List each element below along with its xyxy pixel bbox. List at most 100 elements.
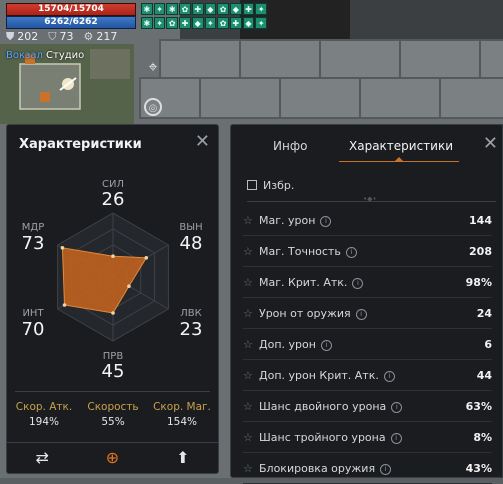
star-icon[interactable]: ☆: [243, 307, 259, 320]
move-speed-label: Скорость: [87, 401, 139, 413]
stat-row: ☆ Доп. урон i 6: [243, 329, 492, 360]
upgrade-arrow-icon[interactable]: ⬆: [148, 443, 218, 473]
radar-point: [144, 256, 149, 260]
star-icon[interactable]: ☆: [243, 431, 259, 444]
favorites-checkbox[interactable]: Избр.: [247, 179, 294, 192]
buff-icon[interactable]: ✚: [179, 17, 191, 29]
stat-list: ☆ Маг. урон i 144 ☆ Маг. Точность i 208 ☆ Маг. …: [243, 205, 492, 484]
buff-icon[interactable]: ✦: [153, 3, 166, 15]
zoom-icon[interactable]: ⊕: [77, 443, 147, 473]
stat-row: ☆ Маг. Точность i 208: [243, 236, 492, 267]
star-icon[interactable]: ☆: [243, 369, 259, 382]
hp-bar: 15704/15704: [6, 3, 136, 16]
character-stats-panel: Инфо Характеристики ✕ Избр. ☆Маг. уронi1…: [230, 124, 503, 484]
star-icon[interactable]: ☆: [243, 338, 259, 351]
radar-label-wis: МДР: [21, 222, 45, 233]
attack-speed-label: Скор. Атк.: [15, 401, 73, 413]
cast-speed-label: Скор. Маг.: [153, 401, 211, 413]
stats-radar: СИЛ 26 ВЫН 48 ЛВК 23 ПРВ 45 ИНТ 70 МДР 7…: [7, 165, 220, 415]
buff-icon[interactable]: ✿: [217, 17, 229, 29]
star-icon[interactable]: ☆: [243, 276, 259, 289]
stat-row: ☆ Доп. урон Крит. Атк. i 44: [243, 360, 492, 391]
move-speed: Скорость 55%: [80, 401, 146, 428]
radar-value-dex: 23: [179, 319, 203, 340]
cast-speed: Скор. Маг. 154%: [149, 401, 215, 428]
move-speed-value: 55%: [101, 416, 125, 428]
buff-icon[interactable]: ✦: [255, 3, 268, 15]
info-icon[interactable]: i: [383, 370, 395, 382]
compass-icon[interactable]: ◎: [144, 98, 162, 116]
buff-icon[interactable]: ✦: [255, 17, 268, 29]
buff-icon[interactable]: ◆: [191, 17, 204, 29]
radar-value-int: 70: [21, 319, 45, 340]
shield-icon: ⛊: [6, 30, 15, 43]
gear-icon: ⚙: [83, 30, 94, 43]
cast-speed-value: 154%: [166, 416, 198, 428]
buff-icon[interactable]: ✱: [166, 3, 179, 15]
buff-icon[interactable]: ✚: [242, 3, 255, 15]
checkbox-icon[interactable]: [247, 180, 257, 190]
info-icon[interactable]: i: [345, 246, 357, 258]
radar-label-int: ИНТ: [22, 308, 44, 319]
radar-value-end: 48: [179, 233, 203, 254]
buff-icon[interactable]: ✚: [229, 17, 242, 29]
power-stat: ⚙ 217: [83, 30, 118, 43]
radar-point: [60, 246, 65, 250]
shield-icon: ⛉: [48, 30, 57, 43]
buff-icon[interactable]: ✱: [141, 17, 153, 29]
star-icon[interactable]: ☆: [243, 214, 259, 227]
radar-value-wil: 45: [101, 361, 125, 382]
panel-title: Характеристики: [19, 137, 142, 152]
buff-icon[interactable]: ✱: [141, 3, 153, 15]
resist-stat: ⛉ 73: [48, 30, 74, 43]
star-icon[interactable]: ☆: [243, 462, 259, 475]
info-icon[interactable]: i: [391, 401, 403, 413]
buff-icon[interactable]: ✿: [166, 17, 179, 29]
buff-row-2: ✱ ✦ ✿ ✚ ◆ ✦ ✿ ✚ ◆ ✦: [141, 17, 268, 29]
player-stats-line: ⛊ 202 ⛉ 73 ⚙ 217: [6, 30, 117, 44]
radar-label-end: ВЫН: [179, 222, 203, 233]
radar-label-dex: ЛВК: [180, 308, 202, 319]
divider: [15, 391, 210, 392]
buff-icon[interactable]: ✚: [191, 3, 204, 15]
radar-point: [111, 254, 115, 258]
star-icon[interactable]: ☆: [243, 245, 259, 258]
info-icon[interactable]: i: [320, 339, 332, 351]
stat-row: ☆ Маг. урон i 144: [243, 205, 492, 236]
buff-icon[interactable]: ✿: [179, 3, 191, 15]
info-icon[interactable]: i: [320, 215, 332, 227]
info-icon[interactable]: i: [380, 463, 392, 475]
star-icon[interactable]: ☆: [243, 400, 259, 413]
buff-icon[interactable]: ◆: [229, 3, 242, 15]
stat-row: ☆ Блокировка оружия i 43%: [243, 453, 492, 484]
attack-speed-value: 194%: [28, 416, 60, 428]
panel-toolbar: ⇄ ⊕ ⬆: [7, 442, 218, 473]
active-tab-indicator: [339, 157, 459, 162]
waypoint-icon[interactable]: ⌖: [142, 56, 164, 78]
buff-icon[interactable]: ◆: [242, 17, 255, 29]
info-icon[interactable]: i: [390, 432, 402, 444]
mp-bar: 6262/6262: [6, 16, 136, 29]
radar-value-wis: 73: [21, 233, 45, 254]
close-icon[interactable]: ✕: [195, 131, 210, 152]
buff-icon[interactable]: ✦: [153, 17, 166, 29]
radar-point: [127, 284, 131, 288]
close-icon[interactable]: ✕: [483, 133, 498, 154]
minimap-location-label: Вокзал Студио: [6, 50, 85, 61]
info-icon[interactable]: i: [352, 277, 364, 289]
buff-row-1: ✱ ✦ ✱ ✿ ✚ ◆ ✿ ◆ ✚ ✦: [141, 3, 268, 15]
radar-point: [62, 303, 67, 307]
defense-stat: ⛊ 202: [6, 30, 39, 43]
stats-radar-panel: Характеристики ✕ СИЛ 26 ВЫН 48 ЛВК 23 ПР…: [6, 124, 219, 474]
swap-icon[interactable]: ⇄: [7, 443, 77, 473]
tab-info[interactable]: Инфо: [273, 139, 307, 153]
buff-icon[interactable]: ◆: [204, 3, 217, 15]
buff-icon[interactable]: ✿: [217, 3, 229, 15]
stat-row: ☆ Шанс двойного урона i 63%: [243, 391, 492, 422]
attack-speed: Скор. Атк. 194%: [11, 401, 77, 428]
divider: [247, 195, 496, 203]
radar-point: [111, 311, 115, 315]
buff-icon[interactable]: ✦: [204, 17, 217, 29]
tab-characteristics[interactable]: Характеристики: [349, 139, 453, 153]
info-icon[interactable]: i: [355, 308, 367, 320]
